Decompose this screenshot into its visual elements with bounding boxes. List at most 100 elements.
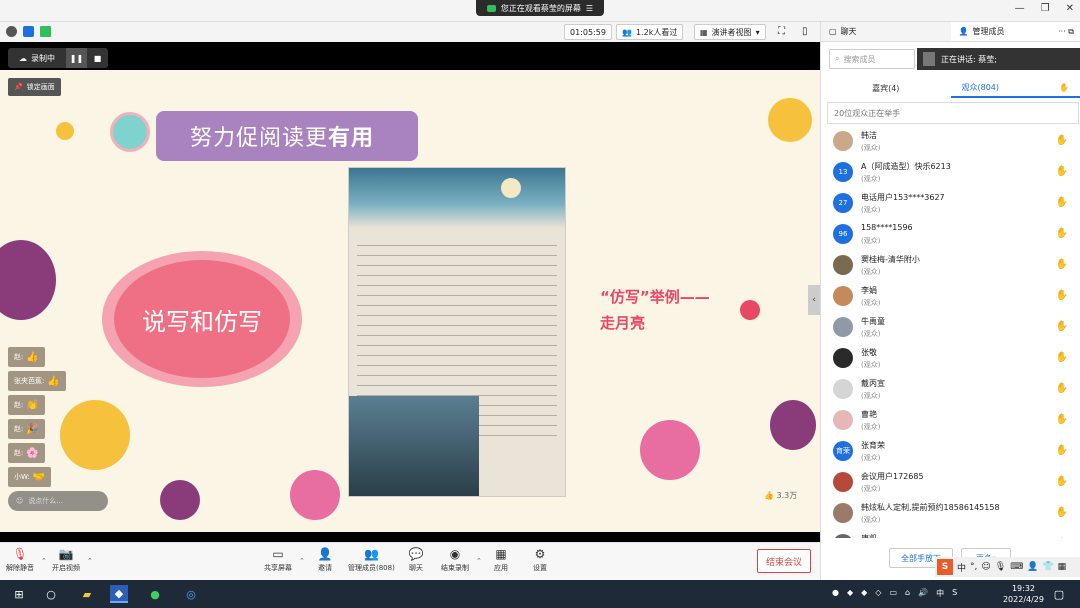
chevron-up-icon[interactable]: ⌃ <box>87 557 93 565</box>
stop-recording-button[interactable]: ■ <box>87 48 108 68</box>
start-video-button[interactable]: 📷 开启视频 <box>52 547 80 573</box>
apps-label: 应用 <box>494 564 508 572</box>
list-item[interactable]: 牛禹童 (观众) ✋ <box>821 312 1080 343</box>
member-role: (观众) <box>861 268 881 276</box>
list-item[interactable]: 27 电话用户153****3627 (观众) ✋ <box>821 188 1080 219</box>
reaction-feed: 赵: 👍 张夹芭蕉: 👍 赵: 👏 赵: 🎉 赵: 🌸 小W: 🤝 ☺ 说点什么... <box>8 347 108 515</box>
chevron-up-icon[interactable]: ⌃ <box>41 557 47 565</box>
tab-chat[interactable]: ▢ 聊天 <box>821 22 951 41</box>
list-item[interactable]: 窦桂梅-清华附小 (观众) ✋ <box>821 250 1080 281</box>
user-icon[interactable]: 👤 <box>1027 562 1038 572</box>
shield-icon[interactable] <box>23 26 34 37</box>
windows-start-icon[interactable]: ⊞ <box>10 585 28 603</box>
reaction-item: 张夹芭蕉: 👍 <box>8 371 66 391</box>
browser-icon[interactable]: ◎ <box>182 585 200 603</box>
hand-icon[interactable]: ✋ <box>1056 290 1068 301</box>
volume-icon[interactable]: 🔊 <box>918 588 928 599</box>
hand-icon[interactable]: ✋ <box>1056 383 1068 394</box>
hand-icon[interactable]: ✋ <box>1056 197 1068 208</box>
sidebar-toggle-icon[interactable]: ▯ <box>802 26 808 37</box>
hand-icon[interactable]: ✋ <box>1056 228 1068 239</box>
apps-button[interactable]: ▦ 应用 <box>494 547 508 573</box>
chevron-up-icon[interactable]: ⌃ <box>476 557 482 565</box>
member-name: 会议用户172685 <box>861 472 924 481</box>
hand-icon[interactable]: ✋ <box>1056 352 1068 363</box>
sogou-tray-icon[interactable]: S <box>952 588 957 599</box>
hand-icon[interactable]: ✋ <box>1056 414 1068 425</box>
input-lang[interactable]: 中 <box>936 588 944 599</box>
unmute-button[interactable]: 🎙 解除静音 <box>6 547 34 573</box>
search-icon[interactable]: ○ <box>42 585 60 603</box>
emoji-icon[interactable]: ☺ <box>981 562 990 572</box>
shirt-icon[interactable]: 👕 <box>1042 562 1053 572</box>
minimize-button[interactable]: — <box>1015 3 1025 14</box>
example-line-1: “仿写”举例—— <box>600 288 710 306</box>
close-button[interactable]: ✕ <box>1066 3 1074 14</box>
folder-icon[interactable]: ▰ <box>78 585 96 603</box>
notification-icon[interactable]: ▢ <box>1050 585 1068 603</box>
tab-manage-members[interactable]: 👤 管理成员 ··· ⧉ <box>950 22 1080 41</box>
flower-decoration-icon <box>640 420 700 480</box>
like-counter[interactable]: 👍 3.3万 <box>764 490 797 501</box>
list-item[interactable]: 张敬 (观众) ✋ <box>821 343 1080 374</box>
signal-icon[interactable] <box>40 26 51 37</box>
list-item[interactable]: 李娟 (观众) ✋ <box>821 281 1080 312</box>
hand-icon[interactable]: ✋ <box>1056 445 1068 456</box>
chevron-up-icon[interactable]: ⌃ <box>299 557 305 565</box>
list-item[interactable]: 戴丙宣 (观众) ✋ <box>821 374 1080 405</box>
list-item[interactable]: 育荣 张育荣 (观众) ✋ <box>821 436 1080 467</box>
shield-icon[interactable]: ◇ <box>875 588 881 599</box>
wechat-icon[interactable]: ● <box>146 585 164 603</box>
chat-button[interactable]: 💬 聊天 <box>409 547 424 573</box>
ime-lang[interactable]: 中 <box>957 561 966 574</box>
hand-icon[interactable]: ✋ <box>1056 476 1068 487</box>
pause-recording-button[interactable]: ❚❚ <box>66 48 87 68</box>
list-item[interactable]: 96 158****1596 (观众) ✋ <box>821 219 1080 250</box>
hand-icon[interactable]: ✋ <box>1056 321 1068 332</box>
share-screen-button[interactable]: ▭ 共享屏幕 <box>264 547 292 573</box>
menu-icon[interactable]: ☰ <box>586 4 593 13</box>
screen-share-banner[interactable]: 您正在观看蔡莹的屏幕 ☰ <box>476 0 604 16</box>
side-collapse-button[interactable]: ‹ <box>808 285 820 315</box>
tab-audience[interactable]: 观众(804) ✋ <box>950 78 1080 98</box>
hand-icon[interactable]: ✋ <box>1056 507 1068 518</box>
punctuation-icon[interactable]: °, <box>970 562 977 572</box>
viewers-count[interactable]: 👥 1.2k人看过 <box>616 24 684 40</box>
fullscreen-icon[interactable]: ⛶ <box>778 26 785 37</box>
grid-icon[interactable]: ▦ <box>1058 562 1067 572</box>
invite-button[interactable]: 👤 邀请 <box>318 547 333 573</box>
system-clock[interactable]: 19:32 2022/4/29 <box>1003 583 1044 605</box>
info-icon[interactable] <box>6 26 17 37</box>
hand-icon[interactable]: ✋ <box>1056 135 1068 146</box>
list-item[interactable]: 唐凯(观众)✋ <box>821 529 1080 538</box>
end-meeting-button[interactable]: 结束会议 <box>757 549 811 573</box>
manage-members-button[interactable]: 👥 管理成员(808) <box>348 547 395 573</box>
stop-recording-main-button[interactable]: ◉ 结束录制 <box>441 547 469 573</box>
wechat-tray-icon[interactable]: ● <box>832 588 839 599</box>
tray-app-icon[interactable]: ◆ <box>861 588 867 599</box>
member-subtabs: 嘉宾(4) 观众(804) ✋ <box>821 78 1080 98</box>
view-mode-select[interactable]: ▦ 演讲者视图 ▾ <box>694 24 766 40</box>
member-search-input[interactable]: ⌕ 搜索成员 <box>829 49 915 69</box>
emoji-icon[interactable]: ☺ <box>16 497 23 505</box>
list-item[interactable]: 韩洁 (观众) ✋ <box>821 126 1080 157</box>
list-item[interactable]: 韩炫私人定制,提前预约18586145158 (观众) ✋ <box>821 498 1080 529</box>
hand-icon[interactable]: ✋ <box>1056 166 1068 177</box>
sogou-icon[interactable]: S <box>937 559 953 575</box>
settings-button[interactable]: ⚙ 设置 <box>533 547 547 573</box>
list-item[interactable]: 会议用户172685 (观众) ✋ <box>821 467 1080 498</box>
lock-view-button[interactable]: 📌 锁定画面 <box>8 78 61 96</box>
more-options-icon[interactable]: ··· ⧉ <box>1058 27 1074 37</box>
tab-guests[interactable]: 嘉宾(4) <box>821 78 951 98</box>
list-item[interactable]: 13 A（阿成造型）快乐6213 (观众) ✋ <box>821 157 1080 188</box>
network-icon[interactable]: ⌂ <box>905 588 910 599</box>
restore-button[interactable]: ❐ <box>1041 3 1050 14</box>
meeting-app-icon[interactable]: ◆ <box>110 585 128 603</box>
tray-app-icon[interactable]: ◆ <box>847 588 853 599</box>
battery-icon[interactable]: ▭ <box>889 588 897 599</box>
mic-icon[interactable]: 🎙 <box>995 562 1006 572</box>
reaction-input[interactable]: ☺ 说点什么... <box>8 491 108 511</box>
list-item[interactable]: 曹艳 (观众) ✋ <box>821 405 1080 436</box>
keyboard-icon[interactable]: ⌨ <box>1010 562 1023 572</box>
hand-icon[interactable]: ✋ <box>1056 259 1068 270</box>
